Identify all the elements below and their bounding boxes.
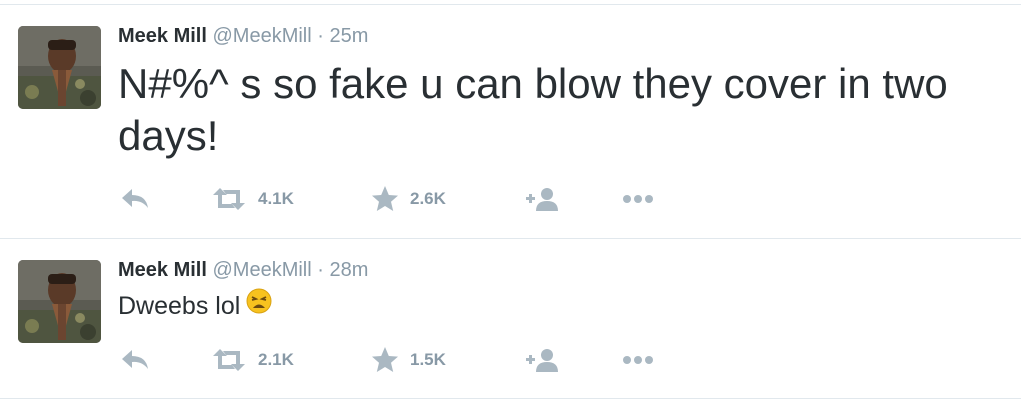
avatar[interactable]	[18, 260, 101, 343]
follow-icon	[524, 345, 560, 375]
follow-button[interactable]	[524, 345, 560, 375]
timestamp[interactable]: 25m	[329, 25, 368, 47]
avatar-image	[18, 260, 101, 343]
user-name[interactable]: Meek Mill	[118, 259, 207, 281]
favorite-count: 2.6K	[410, 189, 446, 208]
user-handle[interactable]: @MeekMill	[212, 25, 311, 47]
reply-icon	[118, 184, 152, 214]
follow-button[interactable]	[524, 184, 560, 214]
retweet-count: 4.1K	[258, 189, 294, 208]
tweet-2[interactable]: Meek Mill @MeekMill · 28m Dweebs lol 2.1…	[0, 239, 1021, 402]
follow-icon	[524, 184, 560, 214]
retweet-icon	[210, 184, 248, 214]
more-button[interactable]	[620, 345, 656, 375]
tweet-text: N#%^ s so fake u can blow they cover in …	[118, 60, 948, 159]
favorite-count: 1.5K	[410, 350, 446, 369]
reply-icon	[118, 345, 152, 375]
user-name[interactable]: Meek Mill	[118, 25, 207, 47]
more-button[interactable]	[620, 184, 656, 214]
avatar[interactable]	[18, 26, 101, 109]
more-icon	[620, 184, 656, 214]
weary-face-emoji-icon	[246, 288, 272, 321]
retweet-count: 2.1K	[258, 350, 294, 369]
separator: ·	[317, 259, 324, 281]
tweet-1[interactable]: Meek Mill @MeekMill · 25m N#%^ s so fake…	[0, 0, 1021, 238]
favorite-icon	[370, 345, 400, 375]
retweet-button[interactable]: 4.1K	[210, 184, 294, 214]
tweet-text: Dweebs lol	[118, 292, 241, 321]
tweet-header: Meek Mill @MeekMill · 28m	[118, 259, 368, 282]
favorite-button[interactable]: 1.5K	[370, 345, 446, 375]
favorite-button[interactable]: 2.6K	[370, 184, 446, 214]
divider-bottom	[0, 398, 1021, 399]
timestamp[interactable]: 28m	[329, 259, 368, 281]
tweet-text-line: Dweebs lol	[118, 288, 272, 324]
avatar-image	[18, 26, 101, 109]
retweet-icon	[210, 345, 248, 375]
reply-button[interactable]	[118, 345, 152, 375]
tweet-header: Meek Mill @MeekMill · 25m	[118, 25, 368, 48]
reply-button[interactable]	[118, 184, 152, 214]
separator: ·	[317, 25, 324, 47]
favorite-icon	[370, 184, 400, 214]
more-icon	[620, 345, 656, 375]
retweet-button[interactable]: 2.1K	[210, 345, 294, 375]
user-handle[interactable]: @MeekMill	[212, 259, 311, 281]
